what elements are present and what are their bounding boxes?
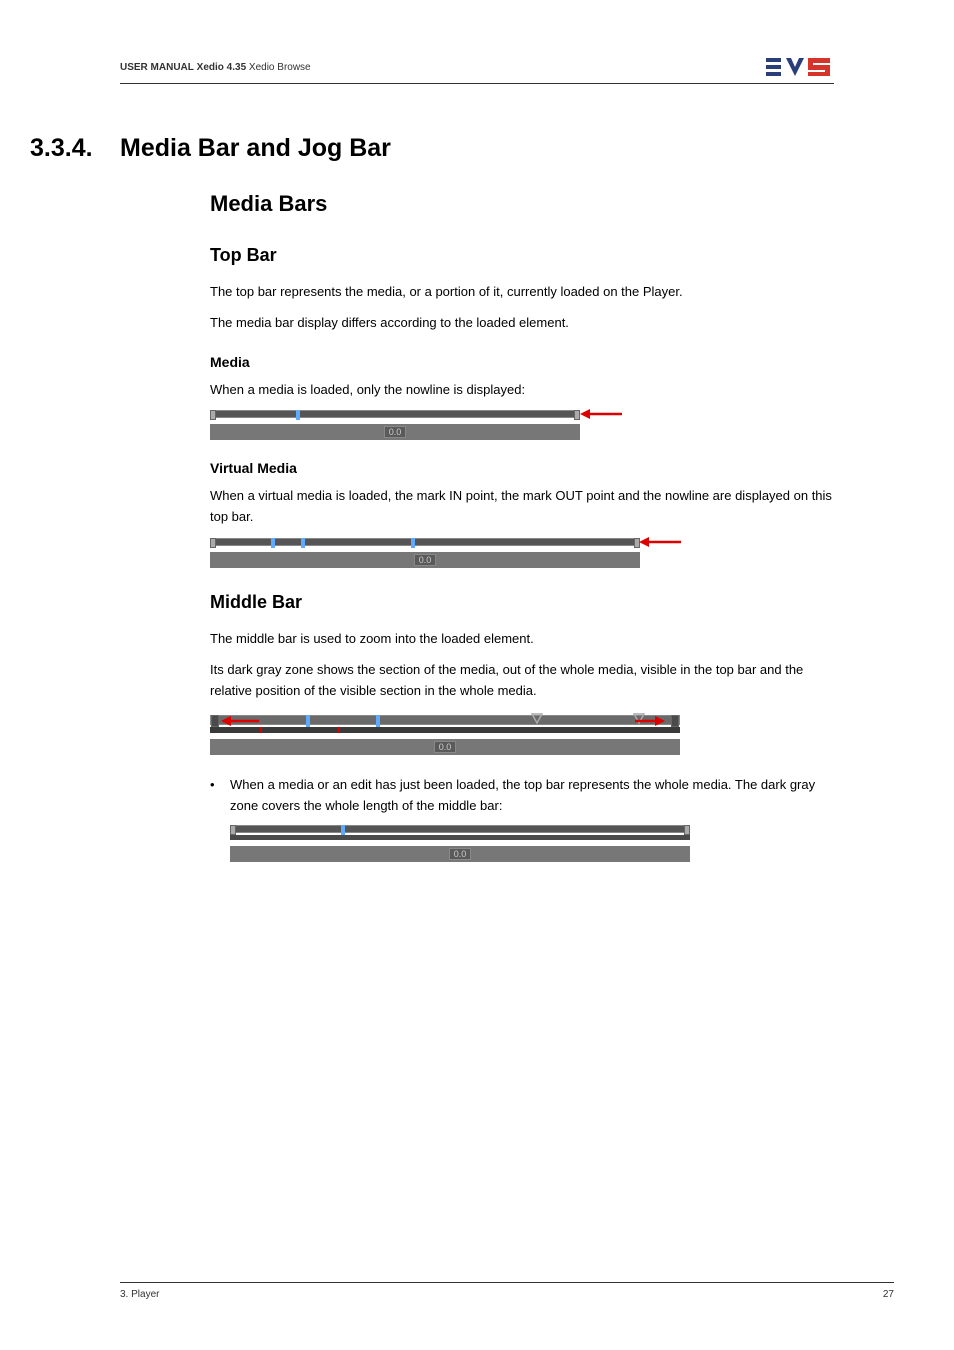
right-handle-icon <box>671 715 679 727</box>
jog-value: 0.0 <box>434 741 457 753</box>
jog-bar-track: 0.0 <box>230 846 690 862</box>
left-handle-icon <box>230 825 236 835</box>
right-handle-icon <box>684 825 690 835</box>
virtual-top-track <box>210 538 640 546</box>
middle-top-track-2 <box>230 825 690 833</box>
mark-in-marker <box>306 715 310 727</box>
nowline-marker <box>301 538 305 548</box>
left-handle-icon <box>210 538 216 548</box>
header-manual-label: USER MANUAL <box>120 62 194 73</box>
mark-out-marker <box>411 538 415 548</box>
header-component: Xedio Browse <box>249 62 311 73</box>
nowline-marker <box>376 715 380 727</box>
left-handle-icon <box>211 715 219 727</box>
mark-in-marker <box>271 538 275 548</box>
media-bar-figure-2: 0.0 <box>210 538 680 568</box>
top-bar-heading: Top Bar <box>210 245 834 266</box>
media-top-track <box>210 410 580 418</box>
top-bar-p1: The top bar represents the media, or a p… <box>210 282 834 303</box>
footer-left: 3. Player <box>120 1289 159 1300</box>
media-bars-heading: Media Bars <box>210 191 834 217</box>
virtual-media-p1: When a virtual media is loaded, the mark… <box>210 486 834 528</box>
section-heading-row: 3.3.4. Media Bar and Jog Bar <box>30 134 834 163</box>
jog-value: 0.0 <box>414 554 437 566</box>
section-title: Media Bar and Jog Bar <box>120 134 391 163</box>
middle-zoom-track <box>210 727 680 733</box>
middle-bar-heading: Middle Bar <box>210 592 834 613</box>
nowline-marker <box>341 825 345 835</box>
media-bar-figure-4: 0.0 <box>230 825 690 862</box>
jog-value: 0.0 <box>449 848 472 860</box>
header-text: USER MANUAL Xedio 4.35 Xedio Browse <box>120 62 311 73</box>
media-heading: Media <box>210 354 834 370</box>
middle-top-track <box>210 715 680 725</box>
jog-value: 0.0 <box>384 426 407 438</box>
section-number: 3.3.4. <box>30 134 120 163</box>
media-p1: When a media is loaded, only the nowline… <box>210 380 834 401</box>
media-bar-figure-3: 0.0 <box>210 715 680 755</box>
virtual-media-heading: Virtual Media <box>210 460 834 476</box>
middle-bar-p2: Its dark gray zone shows the section of … <box>210 660 834 702</box>
bullet-dot-icon: • <box>210 775 230 817</box>
page-header: USER MANUAL Xedio 4.35 Xedio Browse <box>120 55 834 84</box>
left-handle-icon <box>210 410 216 420</box>
middle-bar-p1: The middle bar is used to zoom into the … <box>210 629 834 650</box>
jog-bar-track: 0.0 <box>210 739 680 755</box>
red-arrow-icon <box>639 536 684 548</box>
bullet-item: • When a media or an edit has just been … <box>210 775 834 817</box>
media-bar-figure-1: 0.0 <box>210 410 610 440</box>
evs-logo <box>766 55 834 79</box>
page-footer: 3. Player 27 <box>120 1282 894 1300</box>
jog-bar-track: 0.0 <box>210 424 580 440</box>
red-arrow-icon <box>580 408 625 420</box>
bullet-text: When a media or an edit has just been lo… <box>230 775 834 817</box>
jog-bar-track: 0.0 <box>210 552 640 568</box>
zoom-region <box>260 727 340 733</box>
top-bar-p2: The media bar display differs according … <box>210 313 834 334</box>
header-product: Xedio 4.35 <box>197 62 246 73</box>
middle-zoom-track-full <box>230 835 690 840</box>
footer-page-number: 27 <box>883 1289 894 1300</box>
nowline-marker <box>296 410 300 420</box>
zoom-handle-icon <box>531 713 543 725</box>
